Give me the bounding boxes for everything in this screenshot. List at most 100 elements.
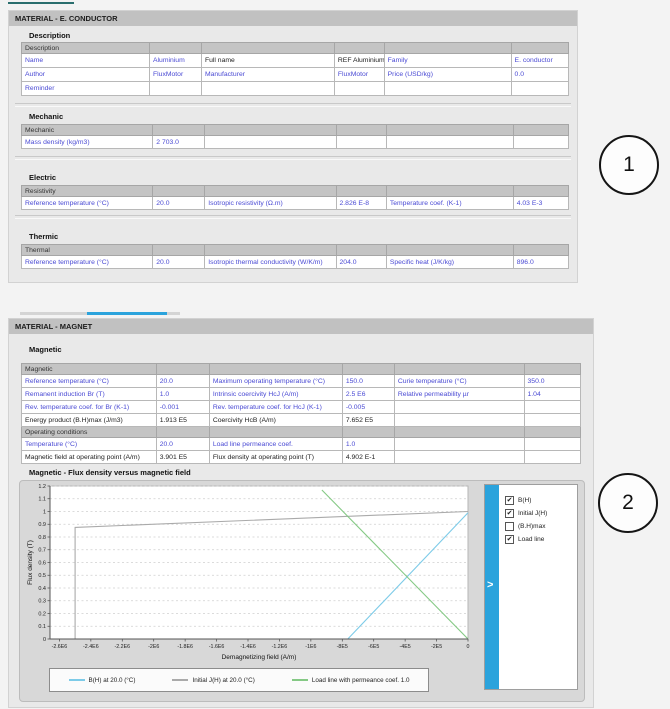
- field-value-cell[interactable]: 20.0: [153, 197, 205, 210]
- field-value-cell[interactable]: 204.0: [336, 256, 386, 269]
- field-value-cell: 1.913 E5: [156, 414, 209, 427]
- field-value-cell[interactable]: 20.0: [153, 256, 205, 269]
- table-group-header-cell: [342, 364, 394, 375]
- field-label-cell: Rev. temperature coef. for HcJ (K-1): [209, 401, 342, 414]
- checkbox-checked-icon[interactable]: ✔: [505, 535, 514, 544]
- series-toggle-b-h[interactable]: ✔B(H): [505, 494, 575, 507]
- table-group-header-cell: [336, 186, 386, 197]
- checkbox-unchecked-icon[interactable]: [505, 522, 514, 531]
- field-value-cell[interactable]: 350.0: [524, 375, 580, 388]
- field-label-cell: Relative permeability µr: [394, 388, 524, 401]
- y-tick-label: 0.1: [38, 624, 46, 630]
- y-tick-label: 1: [43, 509, 46, 515]
- field-label-cell: [394, 414, 524, 427]
- field-value-cell[interactable]: 1.0: [156, 388, 209, 401]
- field-label-cell: [394, 438, 524, 451]
- y-tick-label: 0: [43, 637, 46, 643]
- legend-item-load-line-with-permeance-coef-1-0: Load line with permeance coef. 1.0: [292, 677, 410, 684]
- table-group-header-cell: Mechanic: [22, 125, 153, 136]
- table-group-header-cell: [209, 364, 342, 375]
- horizontal-scrollbar[interactable]: [20, 312, 180, 315]
- field-label-cell: Isotropic resistivity (Ω.m): [205, 197, 336, 210]
- field-value-cell[interactable]: 150.0: [342, 375, 394, 388]
- field-value-cell[interactable]: 896.0: [513, 256, 568, 269]
- x-tick-label: 0: [467, 644, 470, 650]
- table-row: Remanent induction Br (T)1.0Intrinsic co…: [22, 388, 581, 401]
- annotation-circle-1-label: 1: [623, 153, 635, 177]
- table-group-header-cell: [205, 125, 336, 136]
- field-value-cell[interactable]: Aluminium: [150, 54, 202, 68]
- field-label-cell: Energy product (B.H)max (J/m3): [22, 414, 157, 427]
- section-separator: [15, 156, 571, 160]
- field-label-cell: Magnetic field at operating point (A/m): [22, 451, 157, 464]
- checkbox-checked-icon[interactable]: ✔: [505, 509, 514, 518]
- field-value-cell[interactable]: -0.001: [156, 401, 209, 414]
- x-tick-label: -2.2E6: [114, 644, 130, 650]
- y-tick-label: 0.7: [38, 548, 46, 554]
- series-toggle-label: Load line: [518, 536, 544, 543]
- field-value-cell[interactable]: 20.0: [156, 438, 209, 451]
- field-value-cell[interactable]: FluxMotor: [150, 68, 202, 82]
- field-label-cell: Coercivity HcB (A/m): [209, 414, 342, 427]
- field-value-cell: [524, 451, 580, 464]
- series-toggle-initial-j-h[interactable]: ✔Initial J(H): [505, 507, 575, 520]
- field-value-cell[interactable]: 2.5 E6: [342, 388, 394, 401]
- y-tick-label: 0.2: [38, 611, 46, 617]
- series-toggle-load-line[interactable]: ✔ Load line: [505, 533, 575, 546]
- field-label-cell: Temperature coef. (K-1): [386, 197, 513, 210]
- field-value-cell[interactable]: 1.04: [524, 388, 580, 401]
- field-value-cell[interactable]: E. conductor: [511, 54, 568, 68]
- section-title-description: Description: [29, 31, 70, 40]
- annotation-circle-2-label: 2: [622, 491, 634, 515]
- table-row: Energy product (B.H)max (J/m3)1.913 E5Co…: [22, 414, 581, 427]
- field-label-cell: [201, 82, 334, 96]
- field-label-cell: Mass density (kg/m3): [22, 136, 153, 149]
- legend-item-label: Load line with permeance coef. 1.0: [312, 677, 410, 684]
- x-tick-label: -4E5: [400, 644, 411, 650]
- series-toggle-b-h-max[interactable]: (B.H)max: [505, 520, 575, 533]
- table-group-header-cell: [336, 245, 386, 256]
- legend-item-label: Initial J(H) at 20.0 (°C): [192, 677, 254, 684]
- section-title-chart: Magnetic - Flux density versus magnetic …: [29, 468, 191, 477]
- table-group-header-cell: [201, 43, 334, 54]
- legend-line-icon: [69, 679, 85, 681]
- table-group-header-cell: [153, 125, 205, 136]
- table-row: Temperature (°C)20.0Load line permeance …: [22, 438, 581, 451]
- field-label-cell: [394, 451, 524, 464]
- checkbox-checked-icon[interactable]: ✔: [505, 496, 514, 505]
- field-value-cell: [524, 438, 580, 451]
- field-value-cell[interactable]: 2 703.0: [153, 136, 205, 149]
- field-value-cell[interactable]: FluxMotor: [334, 68, 384, 82]
- table-group-header-cell: [156, 427, 209, 438]
- field-value-cell[interactable]: 20.0: [156, 375, 209, 388]
- thermic-table: ThermalReference temperature (°C)20.0Iso…: [21, 244, 569, 269]
- table-group-header-cell: [524, 364, 580, 375]
- field-label-cell: Name: [22, 54, 150, 68]
- x-tick-label: -1.6E6: [209, 644, 225, 650]
- y-axis-label: Flux density (T): [27, 540, 34, 585]
- table-group-header-row: Resistivity: [22, 186, 569, 197]
- mechanic-table: MechanicMass density (kg/m3)2 703.0: [21, 124, 569, 149]
- field-value-cell[interactable]: 2.826 E-8: [336, 197, 386, 210]
- field-label-cell: [394, 401, 524, 414]
- legend-item-label: B(H) at 20.0 (°C): [89, 677, 136, 684]
- field-value-cell[interactable]: 4.03 E-3: [513, 197, 568, 210]
- table-group-header-cell: [524, 427, 580, 438]
- field-label-cell: Temperature (°C): [22, 438, 157, 451]
- table-group-header-row: Magnetic: [22, 364, 581, 375]
- section-title-magnetic: Magnetic: [29, 345, 62, 354]
- table-group-header-row: Description: [22, 43, 569, 54]
- x-tick-label: -1.2E6: [272, 644, 288, 650]
- field-value-cell[interactable]: 0.0: [511, 68, 568, 82]
- field-value-cell: [524, 414, 580, 427]
- section-separator: [15, 215, 571, 219]
- chart-expand-bar[interactable]: >: [485, 485, 499, 689]
- scrollbar-thumb[interactable]: [87, 312, 167, 315]
- panel-magnet-header: MATERIAL - MAGNET: [9, 319, 593, 334]
- chart-legend: B(H) at 20.0 (°C) Initial J(H) at 20.0 (°…: [49, 668, 429, 692]
- field-value-cell[interactable]: 1.0: [342, 438, 394, 451]
- panel-magnet-title: MATERIAL - MAGNET: [15, 322, 92, 331]
- field-label-cell: Reference temperature (°C): [22, 197, 153, 210]
- field-value-cell[interactable]: -0.005: [342, 401, 394, 414]
- table-group-header-cell: [386, 245, 513, 256]
